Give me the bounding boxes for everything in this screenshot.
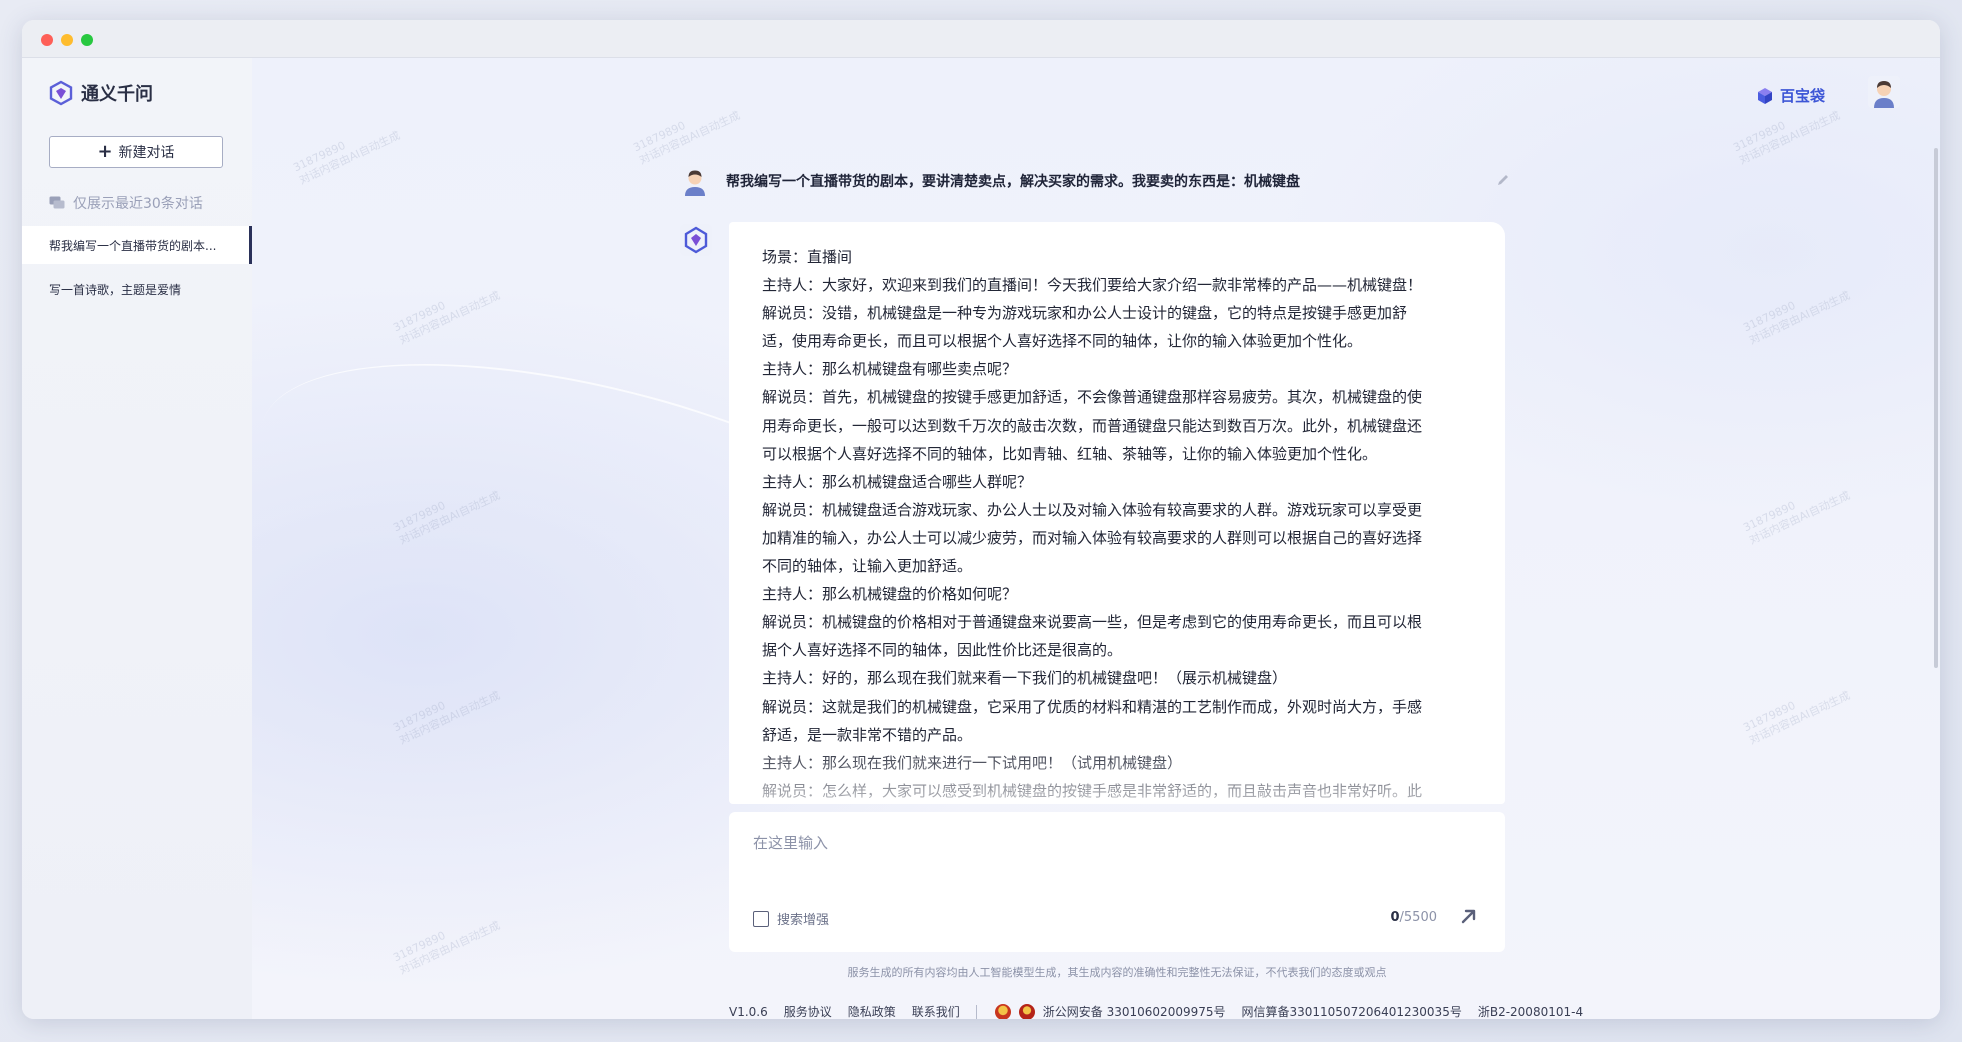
watermark: 31879890 对话内容由AI自动生成 <box>1741 688 1853 747</box>
minimize-window-button[interactable] <box>61 34 73 46</box>
version-label: V1.0.6 <box>729 1004 768 1019</box>
watermark: 31879890 对话内容由AI自动生成 <box>631 108 743 167</box>
title-bar <box>22 20 1940 58</box>
footer-bar: V1.0.6 服务协议 隐私政策 联系我们 浙公网安备 330106020099… <box>729 1003 1599 1019</box>
answer-line: 据个人喜好选择不同的轴体，因此性价比还是很高的。 <box>762 641 1123 660</box>
new-chat-label: 新建对话 <box>118 145 175 161</box>
assistant-answer-card: 场景：直播间主持人：大家好，欢迎来到我们的直播间！今天我们要给大家介绍一款非常棒… <box>729 222 1505 804</box>
app-window: 通义千问 + 新建对话 仅展示最近30条对话 帮我编写一个直播带货的剧本... … <box>22 20 1940 1019</box>
treasure-bag-label: 百宝袋 <box>1779 87 1825 105</box>
contact-us-link[interactable]: 联系我们 <box>912 1003 960 1019</box>
treasure-bag-button[interactable]: 百宝袋 <box>1756 85 1825 106</box>
conversation-title: 写一首诗歌，主题是爱情 <box>49 282 182 297</box>
character-counter: 0/5500 <box>1390 910 1437 925</box>
service-agreement-link[interactable]: 服务协议 <box>784 1003 832 1019</box>
police-record-link[interactable]: 浙公网安备 33010602009975号 <box>1043 1003 1226 1019</box>
cube-icon <box>1757 87 1772 104</box>
answer-line: 解说员：机械键盘的价格相对于普通键盘来说要高一些，但是考虑到它的使用寿命更长，而… <box>762 613 1423 632</box>
message-input[interactable] <box>753 832 1473 882</box>
police-badge-icon <box>994 1003 1011 1019</box>
watermark: 31879890 对话内容由AI自动生成 <box>391 918 503 977</box>
privacy-policy-link[interactable]: 隐私政策 <box>848 1003 896 1019</box>
watermark: 31879890 对话内容由AI自动生成 <box>1731 108 1843 167</box>
answer-line: 主持人：好的，那么现在我们就来看一下我们的机械键盘吧！（展示机械键盘） <box>762 669 1288 688</box>
recent-conversations-note: 仅展示最近30条对话 <box>49 193 203 213</box>
conversation-title: 帮我编写一个直播带货的剧本... <box>49 238 217 253</box>
maximize-window-button[interactable] <box>81 34 93 46</box>
app-logo[interactable]: 通义千问 <box>48 80 153 106</box>
answer-line: 用寿命更长，一般可以达到数千万次的敲击次数，而普通键盘只能达到数百万次。此外，机… <box>762 416 1423 435</box>
answer-line: 适，使用寿命更长，而且可以根据个人喜好选择不同的轴体，让你的输入体验更加个性化。 <box>762 332 1363 351</box>
watermark: 31879890 对话内容由AI自动生成 <box>291 128 403 187</box>
answer-line: 主持人：那么机械键盘适合哪些人群呢？ <box>762 472 1033 491</box>
watermark: 31879890 对话内容由AI自动生成 <box>391 688 503 747</box>
answer-line: 主持人：大家好，欢迎来到我们的直播间！今天我们要给大家介绍一款非常棒的产品——机… <box>762 276 1423 295</box>
answer-line: 解说员：首先，机械键盘的按键手感更加舒适，不会像普通键盘那样容易疲劳。其次，机械… <box>762 388 1423 407</box>
footer-divider <box>975 1004 977 1019</box>
answer-line: 可以根据个人喜好选择不同的轴体，比如青轴、红轴、茶轴等，让你的输入体验更加个性化… <box>762 444 1378 463</box>
answer-line: 加精准的输入，办公人士可以减少疲劳，而对输入体验有较高要求的人群则可以根据自己的… <box>762 528 1423 547</box>
answer-fade-overlay <box>729 744 1505 804</box>
answer-line: 场景：直播间 <box>762 248 853 266</box>
user-avatar-icon <box>680 166 710 196</box>
icp-record-link[interactable]: 浙B2-20080101-4 <box>1478 1003 1583 1019</box>
tongyi-logo-icon <box>49 80 73 106</box>
answer-line: 不同的轴体，让输入更加舒适。 <box>762 557 973 576</box>
conversation-item-livestream-script[interactable]: 帮我编写一个直播带货的剧本... <box>22 226 252 264</box>
search-enhance-toggle[interactable]: 搜索增强 <box>753 909 829 928</box>
watermark: 31879890 对话内容由AI自动生成 <box>1741 488 1853 547</box>
answer-line: 主持人：那么机械键盘的价格如何呢？ <box>762 585 1018 604</box>
answer-line: 解说员：这就是我们的机械键盘，它采用了优质的材料和精湛的工艺制作而成，外观时尚大… <box>762 697 1423 716</box>
conversation-item-love-poem[interactable]: 写一首诗歌，主题是爱情 <box>22 270 252 308</box>
sidebar: 通义千问 + 新建对话 仅展示最近30条对话 帮我编写一个直播带货的剧本... … <box>22 58 252 1019</box>
answer-line: 主持人：那么机械键盘有哪些卖点呢？ <box>762 360 1018 379</box>
police-emblem-icon <box>1018 1003 1035 1019</box>
chat-bubble-icon <box>49 196 65 209</box>
ai-disclaimer: 服务生成的所有内容均由人工智能模型生成，其生成内容的准确性和完整性无法保证，不代… <box>847 966 1387 979</box>
watermark: 31879890 对话内容由AI自动生成 <box>391 288 503 347</box>
user-avatar-icon[interactable] <box>1868 76 1900 108</box>
page-scrollbar[interactable] <box>1934 148 1938 668</box>
user-message-text: 帮我编写一个直播带货的剧本，要讲清楚卖点，解决买家的需求。我要卖的东西是：机械键… <box>726 174 1300 190</box>
close-window-button[interactable] <box>41 34 53 46</box>
answer-line: 解说员：没错，机械键盘是一种专为游戏玩家和办公人士设计的键盘，它的特点是按键手感… <box>762 304 1408 323</box>
new-chat-button[interactable]: + 新建对话 <box>49 136 223 168</box>
recent-note-text: 仅展示最近30条对话 <box>73 196 203 212</box>
message-input-box: 搜索增强 0/5500 <box>729 812 1505 952</box>
app-name: 通义千问 <box>81 84 153 105</box>
answer-text: 场景：直播间主持人：大家好，欢迎来到我们的直播间！今天我们要给大家介绍一款非常棒… <box>762 243 1473 804</box>
watermark: 31879890 对话内容由AI自动生成 <box>1741 288 1853 347</box>
assistant-logo-icon <box>680 224 712 256</box>
algorithm-record-link[interactable]: 网信算备330110507206401230035号 <box>1242 1003 1462 1019</box>
search-enhance-checkbox[interactable] <box>753 910 769 927</box>
answer-line: 解说员：机械键盘适合游戏玩家、办公人士以及对输入体验有较高要求的人群。游戏玩家可… <box>762 500 1423 519</box>
plus-icon: + <box>97 141 113 162</box>
search-enhance-label: 搜索增强 <box>777 913 830 928</box>
main-chat-area: 31879890 对话内容由AI自动生成 31879890 对话内容由AI自动生… <box>233 58 1940 1019</box>
send-arrow-icon[interactable] <box>1459 906 1479 926</box>
edit-pencil-icon[interactable] <box>1496 173 1510 187</box>
user-message-row: 帮我编写一个直播带货的剧本，要讲清楚卖点，解决买家的需求。我要卖的东西是：机械键… <box>680 166 1510 196</box>
